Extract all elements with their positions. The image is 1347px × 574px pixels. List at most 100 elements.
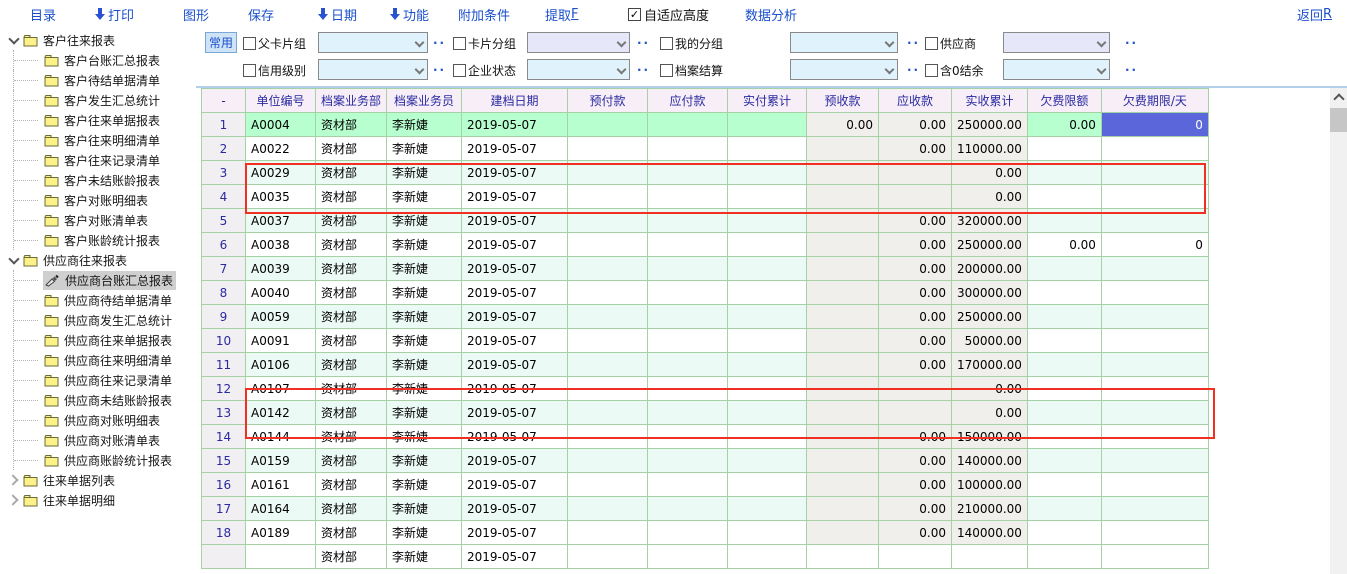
- cell-person[interactable]: 李新婕: [387, 353, 462, 377]
- cell-person[interactable]: 李新婕: [387, 257, 462, 281]
- back-button[interactable]: 返回R: [1297, 5, 1332, 23]
- tree-item-body[interactable]: 供应商对账清单表: [43, 431, 163, 450]
- cell-num[interactable]: 4: [202, 185, 246, 209]
- chevron-down-icon[interactable]: [6, 252, 22, 268]
- chevron-down-icon[interactable]: [6, 32, 22, 48]
- cell-num[interactable]: 6: [202, 233, 246, 257]
- cell-num[interactable]: 8: [202, 281, 246, 305]
- vertical-scrollbar[interactable]: [1330, 88, 1347, 574]
- col-header-dept[interactable]: 档案业务部: [316, 89, 387, 113]
- chevron-right-icon[interactable]: [6, 492, 22, 508]
- cell-days[interactable]: [1101, 449, 1208, 473]
- cell-num[interactable]: 11: [202, 353, 246, 377]
- cell-person[interactable]: 李新婕: [387, 161, 462, 185]
- col-header-payable[interactable]: 应付款: [648, 89, 728, 113]
- table-row-partial[interactable]: 资材部李新婕2019-05-07: [202, 545, 1209, 569]
- cell-days[interactable]: [1101, 257, 1208, 281]
- cell-person[interactable]: 李新婕: [387, 401, 462, 425]
- cell-date[interactable]: 2019-05-07: [462, 449, 568, 473]
- cell-num[interactable]: 9: [202, 305, 246, 329]
- cell-code[interactable]: A0059: [246, 305, 316, 329]
- cell-receivable[interactable]: 0.00: [879, 329, 952, 353]
- cell-code[interactable]: A0159: [246, 449, 316, 473]
- cell-recv_total[interactable]: 0.00: [952, 185, 1028, 209]
- cell-prepay[interactable]: [568, 137, 648, 161]
- cell-receivable[interactable]: 0.00: [879, 209, 952, 233]
- tree-item-body[interactable]: 供应商对账明细表: [43, 411, 163, 430]
- cell-date[interactable]: 2019-05-07: [462, 353, 568, 377]
- checkbox-icon[interactable]: [660, 64, 673, 77]
- cell-code[interactable]: A0144: [246, 425, 316, 449]
- cell-limit[interactable]: [1027, 473, 1101, 497]
- cell-days[interactable]: [1101, 497, 1208, 521]
- sidebar-item[interactable]: 往来单据明细: [0, 490, 196, 510]
- filter-more-dots[interactable]: ··: [637, 36, 650, 50]
- filter-dropdown[interactable]: [527, 59, 630, 80]
- cell-person[interactable]: 李新婕: [387, 521, 462, 545]
- cell-prepay[interactable]: [568, 425, 648, 449]
- cell-days[interactable]: 0: [1101, 233, 1208, 257]
- cell-receivable[interactable]: [879, 545, 952, 569]
- filter-checkbox-group[interactable]: 父卡片组: [243, 35, 306, 52]
- cell-prepay[interactable]: [568, 209, 648, 233]
- cell-receivable[interactable]: 0.00: [879, 113, 952, 137]
- cell-recv_total[interactable]: 150000.00: [952, 425, 1028, 449]
- cell-payable[interactable]: [648, 497, 728, 521]
- cell-prerecv[interactable]: [807, 353, 879, 377]
- sidebar-item[interactable]: 客户往来记录清单: [0, 150, 196, 170]
- cell-recv_total[interactable]: 200000.00: [952, 257, 1028, 281]
- col-header-days[interactable]: 欠费期限/天: [1101, 89, 1208, 113]
- cell-num[interactable]: 15: [202, 449, 246, 473]
- cell-code[interactable]: [246, 545, 316, 569]
- tree-item-body[interactable]: 供应商发生汇总统计: [43, 311, 175, 330]
- tree-item-body[interactable]: 客户往来单据报表: [43, 111, 163, 130]
- table-row[interactable]: 8A0040资材部李新婕2019-05-070.00300000.00: [202, 281, 1209, 305]
- cell-dept[interactable]: 资材部: [316, 209, 387, 233]
- tree-item-body[interactable]: 供应商往来明细清单: [43, 351, 175, 370]
- cell-receivable[interactable]: 0.00: [879, 425, 952, 449]
- cell-receivable[interactable]: [879, 161, 952, 185]
- cell-date[interactable]: 2019-05-07: [462, 161, 568, 185]
- cell-dept[interactable]: 资材部: [316, 257, 387, 281]
- cell-days[interactable]: [1101, 305, 1208, 329]
- cell-recv_total[interactable]: 140000.00: [952, 521, 1028, 545]
- table-row[interactable]: 18A0189资材部李新婕2019-05-070.00140000.00: [202, 521, 1209, 545]
- col-header-code[interactable]: 单位编号: [246, 89, 316, 113]
- chevron-right-icon[interactable]: [6, 472, 22, 488]
- cell-prerecv[interactable]: [807, 473, 879, 497]
- cell-dept[interactable]: 资材部: [316, 401, 387, 425]
- tree-item-body[interactable]: 客户往来明细清单: [43, 131, 163, 150]
- cell-days[interactable]: [1101, 185, 1208, 209]
- checkbox-icon[interactable]: [925, 64, 938, 77]
- filter-dropdown[interactable]: [1003, 59, 1110, 80]
- sidebar-item[interactable]: 供应商往来单据报表: [0, 330, 196, 350]
- cell-limit[interactable]: 0.00: [1027, 233, 1101, 257]
- tree-item-body[interactable]: 客户对账明细表: [43, 191, 151, 210]
- cell-date[interactable]: 2019-05-07: [462, 329, 568, 353]
- cell-prerecv[interactable]: [807, 377, 879, 401]
- table-row[interactable]: 13A0142资材部李新婕2019-05-070.00: [202, 401, 1209, 425]
- cell-date[interactable]: 2019-05-07: [462, 497, 568, 521]
- cell-num[interactable]: 16: [202, 473, 246, 497]
- cell-receivable[interactable]: [879, 185, 952, 209]
- cell-person[interactable]: 李新婕: [387, 185, 462, 209]
- cell-payable[interactable]: [648, 329, 728, 353]
- filter-more-dots[interactable]: ··: [1125, 36, 1138, 50]
- col-header-prerecv[interactable]: 预收款: [807, 89, 879, 113]
- cell-date[interactable]: 2019-05-07: [462, 233, 568, 257]
- cell-code[interactable]: A0189: [246, 521, 316, 545]
- cell-limit[interactable]: [1027, 353, 1101, 377]
- cell-dept[interactable]: 资材部: [316, 545, 387, 569]
- cell-date[interactable]: 2019-05-07: [462, 545, 568, 569]
- filter-dropdown[interactable]: [790, 59, 898, 80]
- cell-prerecv[interactable]: [807, 497, 879, 521]
- cell-code[interactable]: A0029: [246, 161, 316, 185]
- col-header-person[interactable]: 档案业务员: [387, 89, 462, 113]
- checkbox-icon[interactable]: [660, 37, 673, 50]
- cell-receivable[interactable]: 0.00: [879, 305, 952, 329]
- cell-payable[interactable]: [648, 425, 728, 449]
- filter-checkbox-group[interactable]: 卡片分组: [453, 35, 516, 52]
- cell-recv_total[interactable]: 250000.00: [952, 113, 1028, 137]
- cell-paid_total[interactable]: [728, 329, 807, 353]
- cell-limit[interactable]: [1027, 449, 1101, 473]
